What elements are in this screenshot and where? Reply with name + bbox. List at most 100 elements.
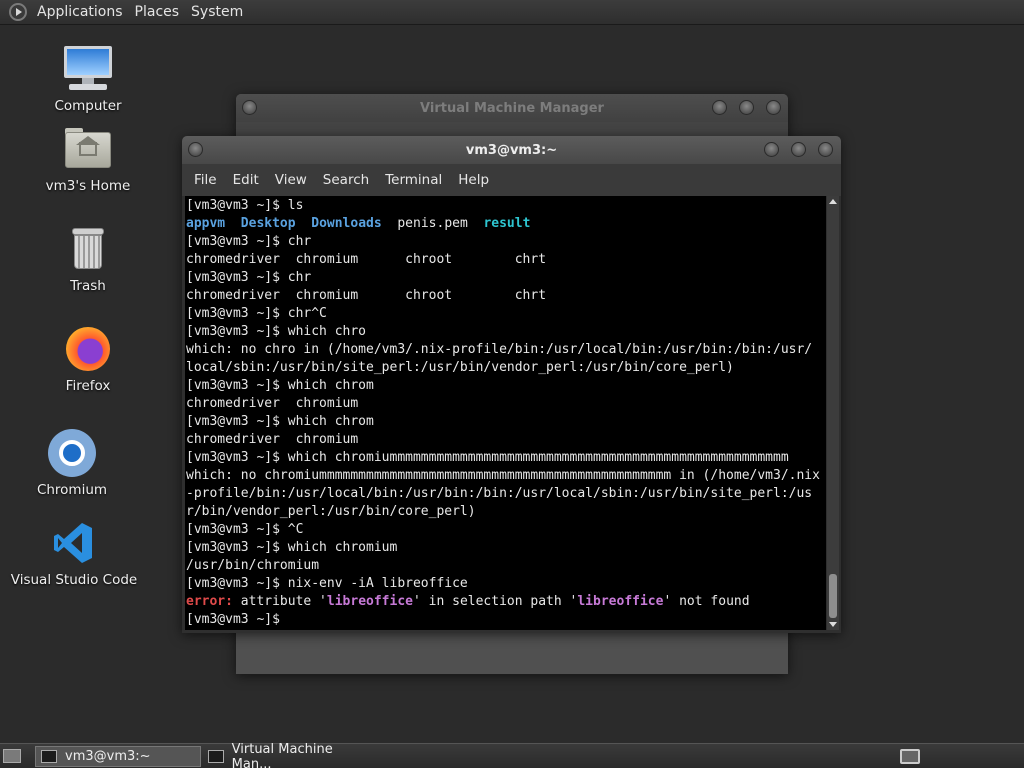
minimize-icon[interactable] (712, 100, 727, 115)
desktop-icon-chromium[interactable]: Chromium (0, 428, 147, 498)
terminal-text: which: no chromiummmmmmmmmmmmmmmmmmmmmmm… (186, 468, 820, 483)
window-menu-icon[interactable] (242, 100, 257, 115)
minimize-icon[interactable] (764, 142, 779, 157)
terminal-text: -profile/bin:/usr/local/bin:/usr/bin:/bi… (186, 486, 813, 501)
show-desktop-icon[interactable] (3, 749, 21, 763)
desktop-icon-label: Visual Studio Code (10, 572, 138, 588)
home-folder-icon (63, 124, 113, 174)
terminal-text: [vm3@vm3 ~]$ ls (186, 198, 304, 213)
terminal-line: -profile/bin:/usr/local/bin:/usr/bin:/bi… (186, 485, 826, 503)
terminal-line: error: attribute 'libreoffice' in select… (186, 593, 826, 611)
terminal-text: penis.pem (381, 216, 484, 231)
terminal-text: error: (186, 594, 233, 609)
terminal-text: [vm3@vm3 ~]$ which chromiummmmmmmmmmmmmm… (186, 450, 789, 465)
terminal-line: [vm3@vm3 ~]$ which chromium (186, 539, 826, 557)
task-label: Virtual Machine Man... (231, 741, 333, 768)
terminal-line: local/sbin:/usr/bin/site_perl:/usr/bin/v… (186, 359, 826, 377)
bottom-taskbar: vm3@vm3:~ Virtual Machine Man... (0, 742, 1024, 768)
terminal-window-title: vm3@vm3:~ (465, 142, 558, 158)
menu-view[interactable]: View (267, 172, 315, 188)
task-vmm[interactable]: Virtual Machine Man... (203, 742, 373, 768)
scroll-up-icon[interactable] (829, 199, 837, 204)
desktop-icon-label: vm3's Home (45, 178, 131, 194)
terminal-text: ' in selection path ' (412, 594, 578, 609)
trash-icon (63, 224, 113, 274)
terminal-text: [vm3@vm3 ~]$ ^C (186, 522, 304, 537)
menu-search[interactable]: Search (315, 172, 377, 188)
terminal-text: chromedriver chromium chroot chrt (186, 252, 547, 267)
scroll-down-icon[interactable] (829, 622, 837, 627)
terminal-text: libreoffice (326, 594, 413, 609)
menu-edit[interactable]: Edit (225, 172, 267, 188)
desktop-icon-vscode[interactable]: Visual Studio Code (0, 518, 149, 588)
vscode-icon (49, 518, 99, 568)
terminal-titlebar[interactable]: vm3@vm3:~ (182, 136, 841, 164)
terminal-text: chromedriver chromium chroot chrt (186, 288, 547, 303)
terminal-text: result (483, 216, 531, 231)
vmm-titlebar[interactable]: Virtual Machine Manager (236, 94, 788, 122)
menu-help[interactable]: Help (450, 172, 497, 188)
chromium-icon (47, 428, 97, 478)
vmm-window-title: Virtual Machine Manager (420, 100, 604, 116)
terminal-line: r/bin/vendor_perl:/usr/bin/core_perl) (186, 503, 826, 521)
terminal-line: chromedriver chromium chroot chrt (186, 287, 826, 305)
terminal-line: [vm3@vm3 ~]$ which chrom (186, 413, 826, 431)
terminal-icon (41, 750, 57, 763)
terminal-text: libreoffice (577, 594, 664, 609)
terminal-text: ' not found (663, 594, 750, 609)
scrollbar-thumb[interactable] (829, 574, 837, 618)
terminal-window[interactable]: vm3@vm3:~ File Edit View Search Terminal… (182, 136, 841, 633)
maximize-icon[interactable] (739, 100, 754, 115)
terminal-line: appvm Desktop Downloads penis.pem result (186, 215, 826, 233)
workspace-switcher-icon[interactable] (900, 749, 920, 764)
terminal-line: which: no chro in (/home/vm3/.nix-profil… (186, 341, 826, 359)
close-icon[interactable] (766, 100, 781, 115)
terminal-line: [vm3@vm3 ~]$ chr^C (186, 305, 826, 323)
task-terminal[interactable]: vm3@vm3:~ (35, 746, 201, 767)
terminal-text: attribute ' (232, 594, 327, 609)
terminal-text: which: no chro in (/home/vm3/.nix-profil… (186, 342, 813, 357)
desktop-icon-computer[interactable]: Computer (13, 44, 163, 114)
terminal-scrollbar[interactable] (827, 196, 839, 630)
terminal-line: chromedriver chromium (186, 431, 826, 449)
terminal-line: [vm3@vm3 ~]$ which chro (186, 323, 826, 341)
menu-applications[interactable]: Applications (31, 0, 129, 25)
desktop-icon-home[interactable]: vm3's Home (13, 124, 163, 194)
terminal-text: [vm3@vm3 ~]$ chr (186, 270, 312, 285)
maximize-icon[interactable] (791, 142, 806, 157)
distro-logo-icon[interactable] (9, 3, 27, 21)
terminal-menubar: File Edit View Search Terminal Help (182, 164, 841, 196)
terminal-text: appvm (186, 216, 226, 231)
terminal-text: [vm3@vm3 ~]$ nix-env -iA libreoffice (186, 576, 468, 591)
terminal-text: [vm3@vm3 ~]$ which chrom (186, 378, 374, 393)
firefox-icon (63, 324, 113, 374)
desktop-icon-label: Firefox (65, 378, 111, 394)
terminal-text: [vm3@vm3 ~]$ which chro (186, 324, 367, 339)
terminal-text: [vm3@vm3 ~]$ which chromium (186, 540, 398, 555)
terminal-line: [vm3@vm3 ~]$ ls (186, 197, 826, 215)
terminal-line: [vm3@vm3 ~]$ (186, 611, 826, 629)
terminal-text: Desktop (240, 216, 296, 231)
menu-file[interactable]: File (186, 172, 225, 188)
terminal-line: [vm3@vm3 ~]$ which chromiummmmmmmmmmmmmm… (186, 449, 826, 467)
desktop-icon-label: Trash (70, 278, 106, 294)
task-label: vm3@vm3:~ (65, 749, 151, 764)
terminal-text: [vm3@vm3 ~]$ (186, 612, 280, 627)
terminal-text: r/bin/vendor_perl:/usr/bin/core_perl) (186, 504, 476, 519)
menu-places[interactable]: Places (129, 0, 186, 25)
close-icon[interactable] (818, 142, 833, 157)
terminal-line: [vm3@vm3 ~]$ chr (186, 233, 826, 251)
desktop-icon-trash[interactable]: Trash (13, 224, 163, 294)
top-panel: Applications Places System (0, 0, 1024, 25)
terminal-output[interactable]: [vm3@vm3 ~]$ ls appvm Desktop Downloads p… (185, 196, 826, 630)
terminal-line: [vm3@vm3 ~]$ ^C (186, 521, 826, 539)
terminal-text: [vm3@vm3 ~]$ chr^C (186, 306, 327, 321)
window-menu-icon[interactable] (188, 142, 203, 157)
menu-system[interactable]: System (185, 0, 249, 25)
desktop-icon-firefox[interactable]: Firefox (13, 324, 163, 394)
terminal-text: chromedriver chromium (186, 432, 359, 447)
menu-terminal[interactable]: Terminal (377, 172, 450, 188)
terminal-text: Downloads (311, 216, 382, 231)
